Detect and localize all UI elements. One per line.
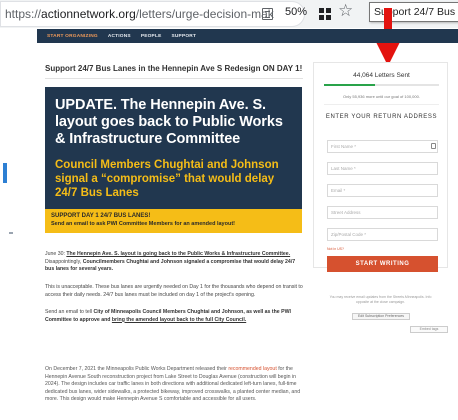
hero-banner: SUPPORT DAY 1 24/7 BUS LANES! Send an em…: [45, 209, 302, 233]
panel-divider: [324, 104, 439, 105]
hero-headline: UPDATE. The Hennepin Ave. S. layout goes…: [55, 97, 283, 147]
background-start: On December 7, 2021 the Minneapolis Publ…: [45, 366, 227, 372]
start-writing-button[interactable]: START WRITING: [327, 256, 438, 272]
embed-tags-button[interactable]: Embed tags: [410, 326, 448, 333]
progress-fill: [324, 84, 375, 86]
last-name-field[interactable]: Last Name *: [327, 162, 438, 175]
recommended-layout-link[interactable]: recommended layout: [228, 366, 276, 372]
reader-mode-icon[interactable]: [262, 8, 273, 20]
paragraph-update: June 30: The Hennepin Ave. S. layout is …: [45, 251, 303, 274]
street-address-field[interactable]: Street Address: [327, 206, 438, 219]
url-path: /letters/urge-decision-mak: [135, 7, 274, 21]
letters-sent-count: 44,064 Letters Sent: [353, 72, 410, 79]
url-prefix: https://: [5, 7, 42, 21]
page-title: Support 24/7 Bus Lanes in the Hennepin A…: [45, 64, 303, 73]
page: https://actionnetwork.org/letters/urge-d…: [0, 0, 458, 420]
paragraph-unacceptable: This is unacceptable. These bus lanes ar…: [45, 284, 303, 298]
gutter-dash: [9, 232, 13, 234]
zoom-indicator[interactable]: 50%: [285, 6, 307, 18]
browser-toolbar: https://actionnetwork.org/letters/urge-d…: [0, 0, 458, 66]
nav-start-organizing[interactable]: START ORGANIZING: [47, 34, 98, 39]
autofill-icon[interactable]: [431, 143, 436, 149]
update-link[interactable]: The Hennepin Ave. S. layout is going bac…: [66, 251, 290, 257]
hero-subheadline: Council Members Chughtai and Johnson sig…: [55, 159, 279, 199]
site-nav: START ORGANIZING ACTIONS PEOPLE SUPPORT: [37, 29, 458, 43]
optin-notice: You may receive email updates from the S…: [329, 295, 432, 304]
progress-note: Only 55,936 more until our goal of 100,0…: [343, 94, 420, 99]
update-bold: Councilmembers Chughtai and Johnson sign…: [45, 258, 296, 273]
nav-actions[interactable]: ACTIONS: [108, 34, 131, 39]
paragraph-call-to-action: Send an email to tell City of Minneapoli…: [45, 309, 303, 324]
cta-start: Send an email to tell: [45, 309, 93, 315]
first-name-field[interactable]: First Name *: [327, 140, 438, 153]
nav-people[interactable]: PEOPLE: [141, 34, 162, 39]
paragraph-background: On December 7, 2021 the Minneapolis Publ…: [45, 366, 303, 404]
letter-form-panel: 44,064 Letters Sent Only 55,936 more unt…: [313, 62, 448, 272]
apps-grid-icon[interactable]: [319, 8, 331, 20]
url-host: actionnetwork.org: [41, 7, 136, 21]
not-in-us-link[interactable]: Not in US?: [327, 247, 344, 251]
gutter-marker: [3, 163, 7, 183]
cta-link[interactable]: bring the amended layout back to the ful…: [112, 317, 246, 323]
update-text: Disappointingly,: [45, 258, 82, 265]
title-divider: [45, 78, 303, 79]
progress-bar: [324, 84, 439, 86]
zip-code-field[interactable]: Zip/Postal Code *: [327, 228, 438, 241]
update-date: June 30:: [45, 251, 65, 257]
hero-image: UPDATE. The Hennepin Ave. S. layout goes…: [45, 87, 302, 233]
subscription-preferences-button[interactable]: Edit Subscription Preferences: [352, 313, 410, 320]
nav-support[interactable]: SUPPORT: [171, 34, 196, 39]
return-address-heading: ENTER YOUR RETURN ADDRESS: [325, 114, 438, 120]
banner-line-2: Send an email to ask PWI Committee Membe…: [51, 221, 235, 227]
bookmark-star-icon[interactable]: ☆: [338, 2, 353, 19]
address-bar[interactable]: https://actionnetwork.org/letters/urge-d…: [0, 1, 305, 27]
email-field[interactable]: Email *: [327, 184, 438, 197]
banner-line-1: SUPPORT DAY 1 24/7 BUS LANES!: [51, 213, 151, 219]
